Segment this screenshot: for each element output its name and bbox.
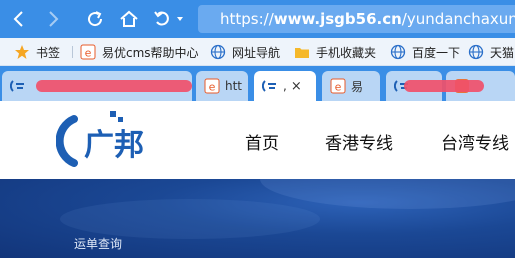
guangbang-favicon-icon: [10, 78, 26, 94]
bookmark-item[interactable]: e 易优cms帮助中心: [80, 42, 199, 62]
chevron-right-icon: [49, 11, 59, 27]
bookmark-separator: [72, 46, 73, 58]
forward-button[interactable]: [40, 6, 66, 32]
chevron-left-icon: [13, 11, 23, 27]
bookmark-item[interactable]: 天猫: [468, 42, 514, 62]
nav-home[interactable]: 首页: [245, 129, 279, 154]
redaction-mark: [36, 80, 192, 92]
undo-icon: [153, 11, 169, 26]
browser-tab[interactable]: e htt: [196, 71, 248, 101]
url-text[interactable]: https://www.jsgb56.cn/yundanchaxun/: [220, 10, 515, 28]
globe-icon: [210, 44, 226, 60]
home-button[interactable]: [116, 6, 142, 32]
reload-button[interactable]: [82, 6, 108, 32]
banner-cloud: [260, 179, 515, 209]
close-tab-icon[interactable]: ×: [291, 79, 302, 94]
browser-toolbar: https://www.jsgb56.cn/yundanchaxun/: [0, 0, 515, 38]
waybill-query-label: 运单查询: [74, 237, 123, 251]
reload-icon: [88, 11, 103, 27]
tab-strip: e htt , × e 易: [0, 66, 515, 101]
bookmark-item[interactable]: 百度一下: [390, 42, 460, 62]
redaction-mark: [404, 80, 484, 92]
folder-icon: [294, 44, 310, 60]
bookmark-item[interactable]: 手机收藏夹: [294, 42, 376, 62]
logo-text: 广邦: [84, 128, 144, 163]
globe-icon: [390, 44, 406, 60]
star-icon: [14, 44, 30, 60]
banner-cloud: [60, 199, 320, 239]
site-header: 广邦 首页 香港专线 台湾专线: [0, 101, 515, 179]
bookmark-item[interactable]: 书签: [14, 42, 60, 62]
bookmarks-bar: 书签 e 易优cms帮助中心 网址导航 手机收藏夹 百度一下 天猫: [0, 38, 515, 66]
svg-text:e: e: [335, 81, 342, 94]
back-button[interactable]: [6, 6, 32, 32]
hero-banner: 运单查询: [0, 179, 515, 258]
address-bar[interactable]: https://www.jsgb56.cn/yundanchaxun/: [198, 5, 515, 33]
dropdown-arrow-icon: [176, 17, 183, 21]
eyou-icon: e: [80, 44, 96, 60]
eyou-icon: e: [330, 78, 346, 94]
browser-tab-active[interactable]: , ×: [254, 71, 316, 101]
svg-text:e: e: [209, 81, 216, 94]
globe-icon: [468, 44, 484, 60]
nav-taiwan-line[interactable]: 台湾专线: [441, 129, 509, 154]
guangbang-favicon-icon: [262, 78, 278, 94]
home-icon: [120, 10, 138, 27]
svg-text:e: e: [85, 47, 92, 60]
eyou-icon: e: [204, 78, 220, 94]
site-logo[interactable]: 广邦: [55, 107, 176, 173]
undo-closed-tab-button[interactable]: [150, 6, 186, 32]
bookmark-item[interactable]: 网址导航: [210, 42, 280, 62]
nav-hongkong-line[interactable]: 香港专线: [325, 129, 393, 154]
browser-tab[interactable]: e 易: [322, 71, 380, 101]
